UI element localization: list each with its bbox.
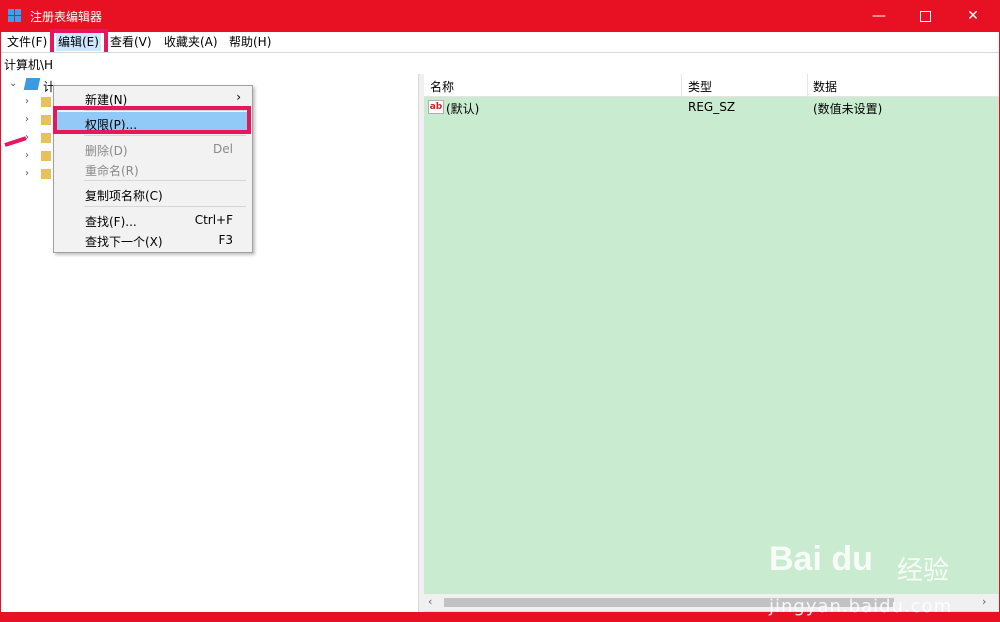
address-bar[interactable]: 计算机\H [1, 52, 999, 75]
watermark-brand: Bai du [769, 540, 873, 578]
menu-item-copy-key-name[interactable]: 复制项名称(C) [56, 183, 249, 205]
watermark-jingyan: 经验 [897, 556, 950, 586]
computer-icon [23, 78, 41, 90]
menu-item-label: 重命名(R) [85, 164, 139, 178]
menu-divider [84, 206, 246, 207]
menu-divider [84, 180, 246, 181]
folder-icon [41, 169, 51, 179]
menu-item-shortcut: F3 [218, 233, 233, 247]
menu-divider [84, 135, 246, 136]
tree-item[interactable]: › [1, 148, 61, 166]
column-type[interactable]: 类型 [688, 78, 712, 94]
address-path[interactable]: 计算机\H [4, 56, 53, 73]
folder-icon [41, 133, 51, 143]
baidu-jingyan-watermark: Bai du 经验 jingyan.baidu.com [769, 532, 989, 622]
menu-item-label: 查找(F)... [85, 215, 137, 229]
menu-item-shortcut: Del [213, 142, 233, 156]
close-button[interactable]: ✕ [950, 0, 996, 32]
column-name[interactable]: 名称 [430, 78, 454, 94]
menu-item-label: 删除(D) [85, 144, 128, 158]
maximize-button[interactable] [902, 0, 948, 32]
chevron-right-icon[interactable]: › [25, 114, 29, 125]
menu-favorites[interactable]: 收藏夹(A) [162, 33, 220, 51]
table-row[interactable]: ab (默认) REG_SZ (数值未设置) [424, 97, 999, 117]
maximize-icon [919, 10, 931, 22]
menu-item-find[interactable]: 查找(F)... Ctrl+F [56, 209, 249, 231]
close-icon: ✕ [967, 8, 979, 24]
folder-icon [41, 115, 51, 125]
window-title: 注册表编辑器 [30, 10, 103, 24]
submenu-arrow-icon: › [236, 90, 241, 104]
menu-help[interactable]: 帮助(H) [227, 33, 273, 51]
chevron-down-icon[interactable]: ⌄ [9, 78, 17, 89]
tree-item[interactable]: › [1, 112, 61, 130]
registry-editor-icon [8, 9, 22, 23]
scroll-left-icon[interactable]: ‹ [428, 595, 432, 608]
value-type: REG_SZ [688, 100, 736, 114]
menu-item-delete: 删除(D) Del [56, 138, 249, 160]
tree-item[interactable]: › [1, 94, 61, 112]
tree-item[interactable]: › [1, 166, 61, 184]
chevron-right-icon[interactable]: › [25, 96, 29, 107]
string-value-icon: ab [428, 100, 444, 114]
menu-view[interactable]: 查看(V) [108, 33, 154, 51]
folder-icon [41, 151, 51, 161]
watermark-url: jingyan.baidu.com [769, 596, 953, 617]
menu-item-label: 查找下一个(X) [85, 235, 163, 249]
menu-item-rename: 重命名(R) [56, 158, 249, 180]
column-divider[interactable] [681, 74, 682, 96]
chevron-right-icon[interactable]: › [25, 168, 29, 179]
window-client: 文件(F) 编辑(E) 查看(V) 收藏夹(A) 帮助(H) 计算机\H ⌄ 计… [1, 29, 999, 617]
menu-file[interactable]: 文件(F) [5, 33, 49, 51]
column-divider[interactable] [807, 74, 808, 96]
value-name: (默认) [446, 102, 480, 116]
permissions-highlight-box [53, 106, 251, 134]
menu-item-shortcut: Ctrl+F [194, 213, 233, 227]
menu-bar: 文件(F) 编辑(E) 查看(V) 收藏夹(A) 帮助(H) [1, 29, 999, 56]
value-data: (数值未设置) [813, 102, 883, 116]
list-header: 名称 类型 数据 [424, 74, 999, 97]
chevron-right-icon[interactable]: › [25, 150, 29, 161]
menu-item-label: 复制项名称(C) [85, 189, 163, 203]
column-data[interactable]: 数据 [813, 78, 837, 94]
menu-item-find-next[interactable]: 查找下一个(X) F3 [56, 229, 249, 251]
minimize-icon: — [872, 8, 886, 24]
title-bar: 注册表编辑器 — ✕ [0, 0, 1000, 32]
folder-icon [41, 97, 51, 107]
minimize-button[interactable]: — [856, 0, 902, 32]
